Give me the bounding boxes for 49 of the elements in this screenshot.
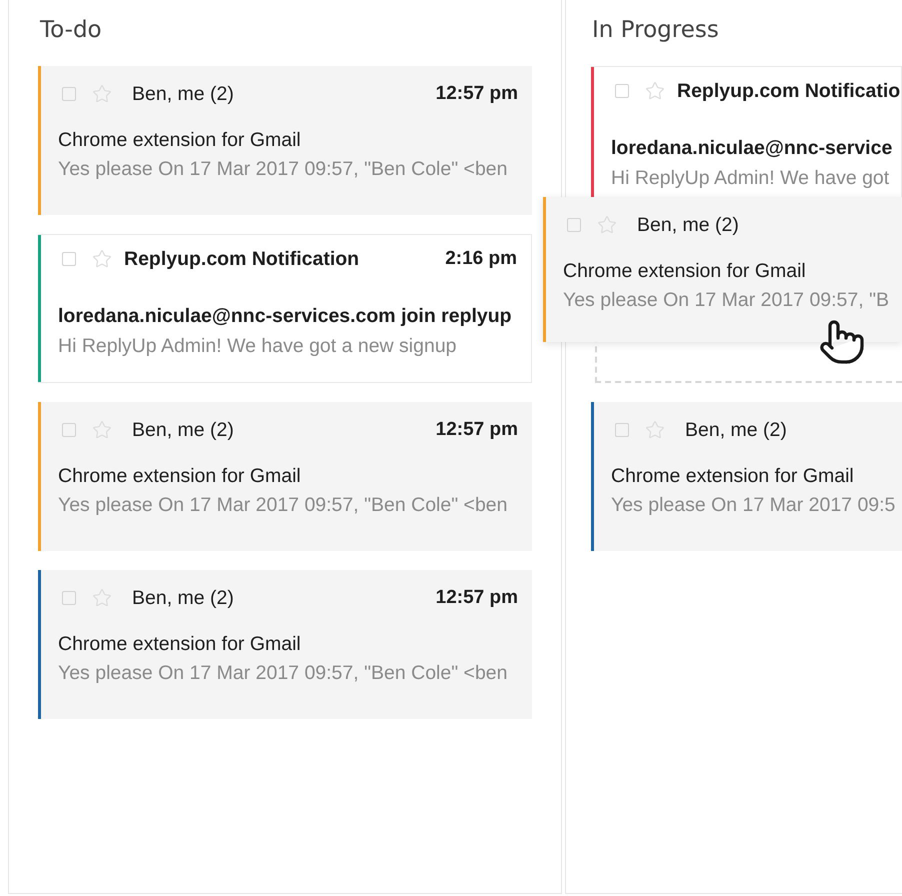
- email-snippet: Yes please On 17 Mar 2017 09:5: [611, 495, 896, 515]
- email-time: 2:16 pm: [445, 249, 517, 269]
- email-subject: loredana.niculae@nnc-services.com join replyup: [58, 306, 512, 326]
- checkbox[interactable]: [62, 87, 76, 101]
- sender-name: Ben, me (2): [685, 420, 787, 440]
- email-snippet: Hi ReplyUp Admin! We have got a new signup: [58, 336, 457, 356]
- email-subject: Chrome extension for Gmail: [611, 466, 854, 486]
- email-card[interactable]: Ben, me (2) Chrome extension for Gmail Yes please On 17 Mar 2017 09:57, "B: [543, 197, 902, 342]
- email-subject: Chrome extension for Gmail: [58, 634, 301, 654]
- email-subject: loredana.niculae@nnc-service: [611, 138, 892, 158]
- sender-name: Ben, me (2): [637, 215, 739, 235]
- email-card[interactable]: Replyup.com Notification 2:16 pm loredana.niculae@nnc-services.com join replyup Hi ReplyUp Admin! We have got a new signup: [38, 234, 532, 383]
- sender-name: Replyup.com Notificatio: [677, 81, 900, 101]
- star-icon[interactable]: [597, 215, 617, 235]
- star-icon[interactable]: [92, 84, 112, 104]
- sender-name: Ben, me (2): [132, 84, 234, 104]
- email-time: 12:57 pm: [436, 588, 518, 608]
- column-title: In Progress: [592, 17, 719, 43]
- sender-name: Ben, me (2): [132, 420, 234, 440]
- checkbox[interactable]: [62, 423, 76, 437]
- email-snippet: Hi ReplyUp Admin! We have got: [611, 168, 890, 188]
- checkbox[interactable]: [62, 591, 76, 605]
- sender-name: Replyup.com Notification: [124, 249, 360, 269]
- checkbox[interactable]: [615, 84, 629, 98]
- star-icon[interactable]: [92, 588, 112, 608]
- column-title: To-do: [40, 17, 102, 43]
- email-card[interactable]: Ben, me (2) 12:57 pm Chrome extension for Gmail Yes please On 17 Mar 2017 09:57, "Ben Cole" <ben: [38, 570, 532, 719]
- checkbox[interactable]: [62, 252, 76, 266]
- hand-cursor-icon: [818, 318, 866, 366]
- email-card[interactable]: Ben, me (2) Chrome extension for Gmail Yes please On 17 Mar 2017 09:5: [591, 402, 902, 551]
- email-snippet: Yes please On 17 Mar 2017 09:57, "Ben Cole" <ben: [58, 663, 508, 683]
- email-snippet: Yes please On 17 Mar 2017 09:57, "Ben Cole" <ben: [58, 159, 508, 179]
- star-icon[interactable]: [645, 81, 665, 101]
- email-snippet: Yes please On 17 Mar 2017 09:57, "Ben Cole" <ben: [58, 495, 508, 515]
- sender-name: Ben, me (2): [132, 588, 234, 608]
- email-card[interactable]: Ben, me (2) 12:57 pm Chrome extension for Gmail Yes please On 17 Mar 2017 09:57, "Ben Cole" <ben: [38, 66, 532, 215]
- email-subject: Chrome extension for Gmail: [58, 466, 301, 486]
- star-icon[interactable]: [92, 420, 112, 440]
- star-icon[interactable]: [92, 249, 112, 269]
- checkbox[interactable]: [615, 423, 629, 437]
- email-time: 12:57 pm: [436, 84, 518, 104]
- email-card[interactable]: Ben, me (2) 12:57 pm Chrome extension for Gmail Yes please On 17 Mar 2017 09:57, "Ben Cole" <ben: [38, 402, 532, 551]
- email-subject: Chrome extension for Gmail: [563, 261, 806, 281]
- email-time: 12:57 pm: [436, 420, 518, 440]
- checkbox[interactable]: [567, 218, 581, 232]
- star-icon[interactable]: [645, 420, 665, 440]
- email-snippet: Yes please On 17 Mar 2017 09:57, "B: [563, 290, 890, 310]
- email-subject: Chrome extension for Gmail: [58, 130, 301, 150]
- email-card[interactable]: Replyup.com Notificatio loredana.niculae@nnc-service Hi ReplyUp Admin! We have got: [591, 66, 902, 198]
